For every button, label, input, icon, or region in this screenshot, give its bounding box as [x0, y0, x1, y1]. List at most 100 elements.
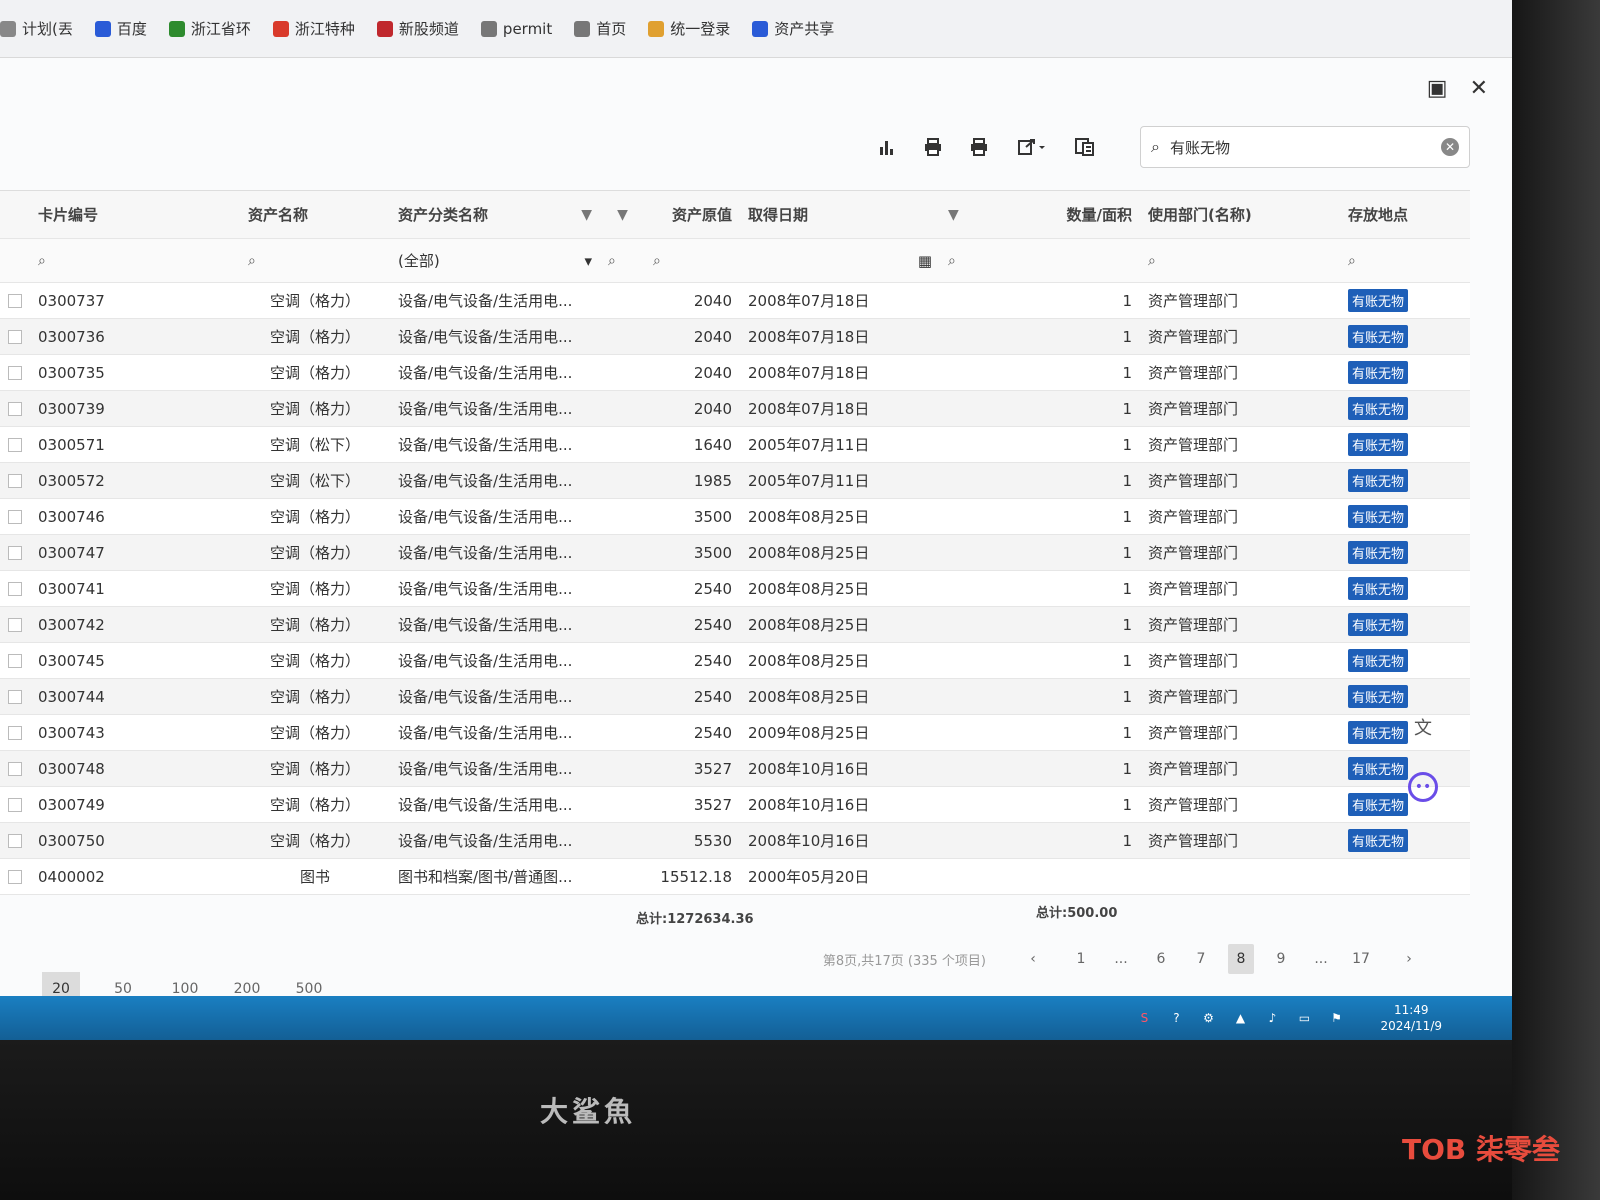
close-icon[interactable]: ✕ — [1470, 76, 1488, 101]
ime-settings-icon[interactable]: ⚙ — [1200, 1010, 1216, 1026]
show-hidden-icons-icon[interactable]: ▲ — [1232, 1010, 1248, 1026]
table-row[interactable]: 0300744 空调（格力） 设备/电气设备/生活用电... 2540 2008年08月… — [0, 679, 1470, 715]
page-button[interactable]: 17 — [1348, 944, 1374, 974]
table-row[interactable]: 0300746 空调（格力） 设备/电气设备/生活用电... 3500 2008年08月… — [0, 499, 1470, 535]
assistant-icon[interactable]: •• — [1408, 772, 1438, 802]
col-location[interactable]: 存放地点 — [1340, 204, 1470, 225]
table-row[interactable]: 0300742 空调（格力） 设备/电气设备/生活用电... 2540 2008年08月… — [0, 607, 1470, 643]
export-dropdown-icon[interactable] — [1002, 127, 1062, 167]
translate-icon[interactable]: 文 — [1408, 712, 1438, 742]
row-checkbox[interactable] — [8, 761, 22, 776]
date-filter-icon[interactable]: ▼ — [948, 207, 959, 223]
bookmark-item[interactable]: 资产共享 — [752, 18, 834, 39]
calendar-icon[interactable]: ▦ — [740, 252, 940, 270]
flag-icon[interactable]: ⚑ — [1328, 1010, 1344, 1026]
print-preview-icon[interactable] — [956, 127, 1002, 167]
card-no-filter-search-icon[interactable]: ⌕ — [30, 253, 240, 269]
page-button[interactable]: 8 — [1228, 944, 1254, 974]
table-row[interactable]: 0300739 空调（格力） 设备/电气设备/生活用电... 2040 2008年07月… — [0, 391, 1470, 427]
row-checkbox[interactable] — [8, 329, 22, 344]
row-select-cell — [0, 653, 30, 668]
bookmark-item[interactable]: 首页 — [574, 18, 626, 39]
next-page-button[interactable]: › — [1396, 944, 1422, 974]
table-row[interactable]: 0300572 空调（松下） 设备/电气设备/生活用电... 1985 2005年07月… — [0, 463, 1470, 499]
page-button[interactable]: 9 — [1268, 944, 1294, 974]
row-checkbox[interactable] — [8, 797, 22, 812]
row-checkbox[interactable] — [8, 725, 22, 740]
bookmark-item[interactable]: 统一登录 — [648, 18, 730, 39]
total-qty: 总计:500.00 — [1036, 906, 1118, 921]
bookmark-label: 新股频道 — [398, 20, 459, 38]
table-row[interactable]: 0300741 空调（格力） 设备/电气设备/生活用电... 2540 2008年08月… — [0, 571, 1470, 607]
row-checkbox[interactable] — [8, 869, 22, 884]
page-button[interactable]: 6 — [1148, 944, 1174, 974]
date-cell: 2008年08月25日 — [748, 652, 870, 670]
col-dept[interactable]: 使用部门(名称) — [1140, 204, 1340, 225]
row-checkbox[interactable] — [8, 437, 22, 452]
row-select-cell — [0, 293, 30, 308]
row-checkbox[interactable] — [8, 473, 22, 488]
qty-filter-search-icon[interactable]: ⌕ — [940, 253, 1140, 269]
page-button[interactable]: 7 — [1188, 944, 1214, 974]
column-chooser-icon[interactable] — [1062, 127, 1108, 167]
row-checkbox[interactable] — [8, 545, 22, 560]
clear-search-icon[interactable]: ✕ — [1441, 138, 1459, 156]
bookmark-item[interactable]: 计划(丟 — [0, 18, 73, 39]
table-row[interactable]: 0300750 空调（格力） 设备/电气设备/生活用电... 5530 2008年10月… — [0, 823, 1470, 859]
row-select-cell — [0, 617, 30, 632]
bookmark-item[interactable]: permit — [480, 20, 552, 38]
table-row[interactable]: 0300749 空调（格力） 设备/电气设备/生活用电... 3527 2008年10月… — [0, 787, 1470, 823]
maximize-icon[interactable]: ▣ — [1427, 76, 1448, 101]
help-icon[interactable]: ? — [1168, 1010, 1184, 1026]
row-checkbox[interactable] — [8, 365, 22, 380]
clock[interactable]: 11:49 2024/11/9 — [1380, 1002, 1442, 1034]
row-checkbox[interactable] — [8, 401, 22, 416]
page-button[interactable]: 1 — [1068, 944, 1094, 974]
dept-filter-search-icon[interactable]: ⌕ — [1140, 253, 1340, 269]
bookmark-item[interactable]: 百度 — [94, 18, 147, 39]
col-card-no[interactable]: 卡片编号 — [30, 204, 240, 225]
search-input[interactable] — [1169, 138, 1431, 156]
sogou-ime-icon[interactable]: S — [1136, 1010, 1152, 1026]
value-filter-icon[interactable]: ▼ — [600, 207, 645, 223]
category-filter-select[interactable]: (全部) ▾ — [390, 250, 600, 271]
col-value[interactable]: 资产原值 — [645, 204, 740, 225]
bookmark-item[interactable]: 浙江省环 — [168, 18, 251, 39]
category-cell: 设备/电气设备/生活用电... — [398, 292, 573, 310]
chart-icon[interactable] — [864, 127, 910, 167]
table-row[interactable]: 0300571 空调（松下） 设备/电气设备/生活用电... 1640 2005年07月… — [0, 427, 1470, 463]
value-filter-search-icon[interactable]: ⌕ — [600, 253, 645, 269]
bookmark-item[interactable]: 浙江特种 — [272, 18, 355, 39]
qty-cell: 1 — [1122, 687, 1132, 706]
prev-page-button[interactable]: ‹ — [1020, 944, 1046, 974]
col-qty[interactable]: 数量/面积 — [1067, 204, 1132, 225]
table-row[interactable]: 0300743 空调（格力） 设备/电气设备/生活用电... 2540 2009年08月… — [0, 715, 1470, 751]
col-category[interactable]: 资产分类名称 — [398, 204, 488, 225]
table-row[interactable]: 0300747 空调（格力） 设备/电气设备/生活用电... 3500 2008年08月… — [0, 535, 1470, 571]
bookmark-label: 浙江特种 — [294, 20, 355, 38]
row-checkbox[interactable] — [8, 689, 22, 704]
location-tag: 有账无物 — [1348, 289, 1409, 312]
table-row[interactable]: 0300735 空调（格力） 设备/电气设备/生活用电... 2040 2008年07月… — [0, 355, 1470, 391]
date-filter-search-icon[interactable]: ⌕ — [645, 253, 740, 269]
asset-name-filter-search-icon[interactable]: ⌕ — [240, 253, 390, 269]
volume-icon[interactable]: ♪ — [1264, 1010, 1280, 1026]
col-date[interactable]: 取得日期 — [740, 204, 940, 225]
table-row[interactable]: 0300736 空调（格力） 设备/电气设备/生活用电... 2040 2008年07月… — [0, 319, 1470, 355]
row-checkbox[interactable] — [8, 509, 22, 524]
print-icon[interactable] — [910, 127, 956, 167]
network-icon[interactable]: ▭ — [1296, 1010, 1312, 1026]
category-filter-icon[interactable]: ▼ — [581, 207, 592, 223]
table-row[interactable]: 0300748 空调（格力） 设备/电气设备/生活用电... 3527 2008年10月… — [0, 751, 1470, 787]
table-row[interactable]: 0400002 图书 图书和档案/图书/普通图... 15512.18 2000年05月… — [0, 859, 1470, 895]
table-row[interactable]: 0300745 空调（格力） 设备/电气设备/生活用电... 2540 2008年08月… — [0, 643, 1470, 679]
table-row[interactable]: 0300737 空调（格力） 设备/电气设备/生活用电... 2040 2008年07月… — [0, 283, 1470, 319]
col-asset-name[interactable]: 资产名称 — [240, 204, 390, 225]
bookmark-item[interactable]: 新股频道 — [376, 18, 459, 39]
row-checkbox[interactable] — [8, 833, 22, 848]
row-checkbox[interactable] — [8, 293, 22, 308]
row-checkbox[interactable] — [8, 617, 22, 632]
row-checkbox[interactable] — [8, 653, 22, 668]
row-checkbox[interactable] — [8, 581, 22, 596]
location-filter-search-icon[interactable]: ⌕ — [1340, 253, 1470, 269]
